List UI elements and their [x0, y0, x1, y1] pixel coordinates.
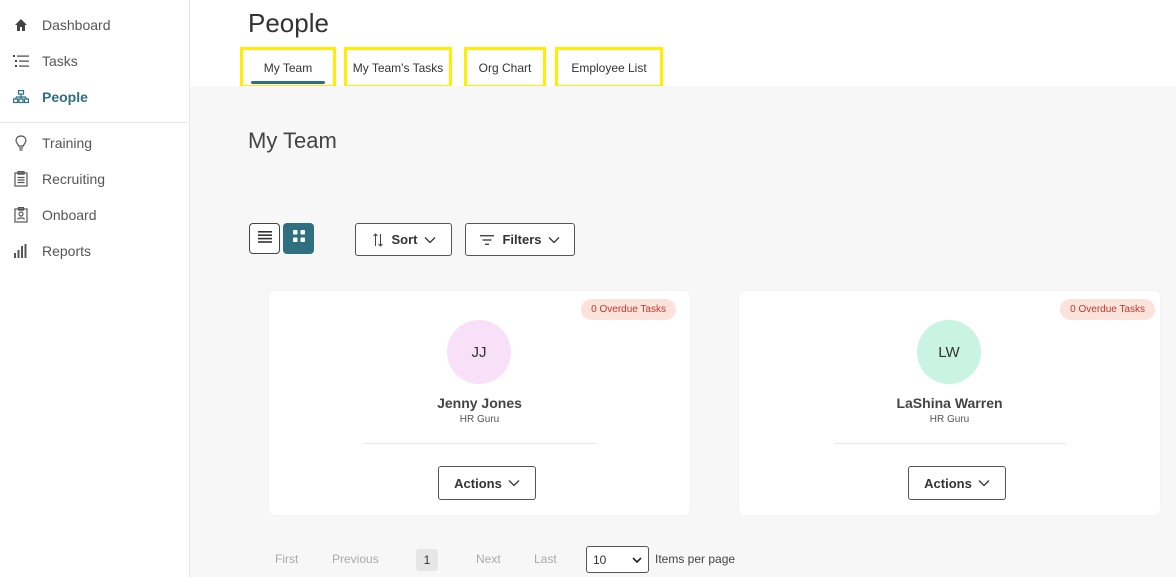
overdue-tasks-badge: 0 Overdue Tasks — [1060, 299, 1155, 320]
avatar-initials: LW — [938, 343, 960, 361]
list-view-icon — [257, 230, 272, 248]
tab-label: Org Chart — [478, 60, 532, 75]
person-role: HR Guru — [929, 414, 970, 425]
filters-label: Filters — [502, 232, 542, 247]
bar-chart-icon — [12, 242, 30, 260]
grid-view-icon — [292, 229, 306, 248]
actions-button[interactable]: Actions — [438, 466, 536, 500]
pagination: First Previous 1 Next Last 10 Items per … — [190, 546, 1176, 574]
section-title: My Team — [248, 128, 337, 153]
team-member-card: 0 Overdue Tasks JJ Jenny Jones HR Guru A… — [269, 291, 690, 515]
grid-view-button[interactable] — [283, 223, 314, 254]
tab-label: Employee List — [571, 60, 647, 75]
avatar-initials: JJ — [471, 343, 487, 361]
sort-label: Sort — [391, 232, 418, 247]
page-header: People My Team My Team's Tasks Org Chart… — [190, 0, 1176, 88]
sidebar-item-label: Tasks — [42, 53, 78, 69]
tab-my-teams-tasks[interactable]: My Team's Tasks — [344, 47, 452, 88]
sidebar-item-label: Reports — [42, 243, 92, 259]
sidebar-item-label: Onboard — [42, 207, 97, 223]
sidebar-item-label: Training — [42, 135, 93, 151]
actions-label: Actions — [454, 475, 502, 491]
lightbulb-icon — [12, 134, 30, 152]
team-member-card: 0 Overdue Tasks LW LaShina Warren HR Gur… — [739, 291, 1160, 515]
sidebar-item-recruiting[interactable]: Recruiting — [12, 167, 105, 191]
task-list-icon — [12, 52, 30, 70]
sidebar-item-training[interactable]: Training — [12, 131, 92, 155]
sidebar-item-people[interactable]: People — [12, 85, 88, 109]
badge-icon — [12, 206, 30, 224]
sidebar-item-tasks[interactable]: Tasks — [12, 49, 78, 73]
home-icon — [12, 16, 30, 34]
sidebar-item-label: Dashboard — [42, 17, 111, 33]
pagination-current-page[interactable]: 1 — [416, 549, 438, 571]
card-divider — [364, 443, 596, 444]
filters-button[interactable]: Filters — [465, 223, 575, 256]
sort-icon — [372, 232, 384, 247]
tab-org-chart[interactable]: Org Chart — [464, 47, 546, 88]
avatar: JJ — [447, 320, 511, 384]
chevron-down-icon — [508, 479, 520, 487]
tab-label: My Team's Tasks — [352, 60, 444, 75]
filter-icon — [480, 234, 495, 246]
pagination-last[interactable]: Last — [534, 552, 557, 566]
person-role: HR Guru — [459, 414, 500, 425]
person-name: Jenny Jones — [437, 395, 522, 411]
sidebar: Dashboard Tasks People Training Recruiti… — [0, 0, 190, 577]
org-chart-icon — [12, 88, 30, 106]
sort-button[interactable]: Sort — [355, 223, 452, 256]
pagination-previous[interactable]: Previous — [332, 552, 379, 566]
actions-button[interactable]: Actions — [908, 466, 1006, 500]
items-per-page-select[interactable]: 10 — [586, 546, 649, 573]
sidebar-item-onboard[interactable]: Onboard — [12, 203, 96, 227]
tab-label: My Team — [263, 60, 313, 75]
active-tab-indicator — [251, 81, 325, 84]
items-per-page-label: Items per page — [655, 552, 736, 566]
pagination-next[interactable]: Next — [476, 552, 501, 566]
main-content: My Team Sort Filters 0 Overdue Tasks JJ — [190, 86, 1176, 577]
pagination-first[interactable]: First — [275, 552, 298, 566]
chevron-down-icon — [978, 479, 990, 487]
sidebar-item-reports[interactable]: Reports — [12, 239, 91, 263]
chevron-down-icon — [424, 236, 436, 244]
list-view-button[interactable] — [249, 223, 280, 254]
avatar: LW — [917, 320, 981, 384]
actions-label: Actions — [924, 475, 972, 491]
tab-my-team[interactable]: My Team — [240, 47, 336, 88]
items-per-page-value: 10 — [593, 552, 607, 567]
tab-employee-list[interactable]: Employee List — [555, 47, 663, 88]
person-name: LaShina Warren — [896, 395, 1003, 411]
card-divider — [834, 443, 1066, 444]
overdue-tasks-badge: 0 Overdue Tasks — [581, 299, 676, 320]
page-title: People — [248, 8, 329, 38]
chevron-down-icon — [632, 553, 642, 567]
sidebar-item-label: People — [42, 89, 88, 105]
clipboard-icon — [12, 170, 30, 188]
sidebar-item-label: Recruiting — [42, 171, 106, 187]
chevron-down-icon — [548, 236, 560, 244]
sidebar-divider — [0, 122, 188, 123]
sidebar-item-dashboard[interactable]: Dashboard — [12, 13, 111, 37]
